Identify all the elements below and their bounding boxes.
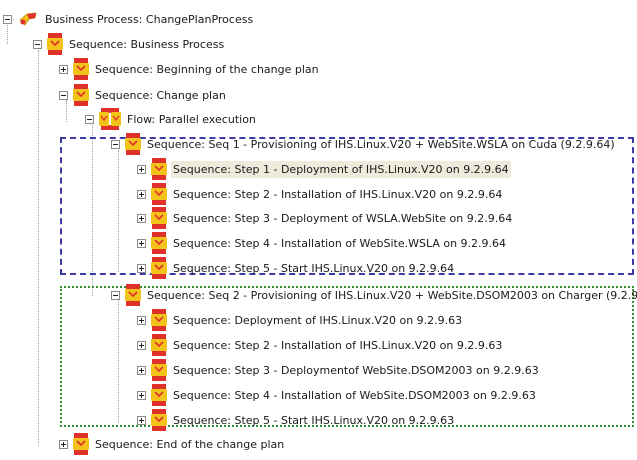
- expand-toggle[interactable]: [137, 164, 146, 174]
- collapse-toggle[interactable]: [33, 39, 42, 49]
- sequence-icon: [73, 84, 89, 106]
- tree-connector: [38, 50, 39, 446]
- node-label: Sequence: Deployment of IHS.Linux.V20 on…: [173, 313, 463, 327]
- expand-toggle[interactable]: [137, 213, 146, 223]
- sequence-icon: [151, 207, 167, 229]
- node-label: Sequence: Step 3 - Deploymentof WebSite.…: [173, 363, 539, 377]
- tree-node-seq1[interactable]: Sequence: Seq 1 - Provisioning of IHS.Li…: [111, 133, 617, 155]
- collapse-toggle[interactable]: [111, 290, 120, 300]
- tree-node-seq2-step2[interactable]: Sequence: Step 2 - Installation of IHS.L…: [137, 334, 504, 356]
- tree-node-seq1-step1[interactable]: Sequence: Step 1 - Deployment of IHS.Lin…: [137, 158, 511, 180]
- node-label: Sequence: End of the change plan: [95, 437, 285, 451]
- sequence-icon: [151, 232, 167, 254]
- tree-node-seq2-step4[interactable]: Sequence: Step 4 - Installation of WebSi…: [137, 384, 538, 406]
- node-label: Sequence: Change plan: [95, 88, 226, 102]
- node-label: Flow: Parallel execution: [127, 112, 256, 126]
- expand-toggle[interactable]: [137, 263, 146, 273]
- tree-node-seq2-step5[interactable]: Sequence: Step 5 - Start IHS.Linux.V20 o…: [137, 409, 456, 431]
- collapse-toggle[interactable]: [59, 90, 68, 100]
- sequence-icon: [125, 284, 141, 306]
- sequence-icon: [151, 409, 167, 431]
- tree-node-end[interactable]: Sequence: End of the change plan: [59, 433, 286, 455]
- expand-toggle[interactable]: [137, 390, 146, 400]
- expand-toggle[interactable]: [137, 340, 146, 350]
- process-icon: [19, 12, 37, 26]
- tree-node-sequence-business-process[interactable]: Sequence: Business Process: [33, 33, 226, 55]
- expand-toggle[interactable]: [137, 415, 146, 425]
- tree-node-seq2-deployment[interactable]: Sequence: Deployment of IHS.Linux.V20 on…: [137, 309, 464, 331]
- node-label: Business Process: ChangePlanProcess: [45, 12, 254, 26]
- tree-node-business-process[interactable]: Business Process: ChangePlanProcess: [3, 8, 255, 30]
- sequence-icon: [151, 183, 167, 205]
- tree-node-seq2-step3[interactable]: Sequence: Step 3 - Deploymentof WebSite.…: [137, 359, 541, 381]
- sequence-icon: [151, 384, 167, 406]
- node-label: Sequence: Step 4 - Installation of WebSi…: [173, 388, 536, 402]
- expand-toggle[interactable]: [59, 439, 68, 449]
- sequence-icon: [73, 433, 89, 455]
- node-label: Sequence: Beginning of the change plan: [95, 62, 319, 76]
- node-label: Sequence: Step 1 - Deployment of IHS.Lin…: [171, 160, 511, 178]
- collapse-toggle[interactable]: [3, 14, 12, 24]
- expand-toggle[interactable]: [137, 365, 146, 375]
- sequence-icon: [47, 33, 63, 55]
- node-label: Sequence: Step 2 - Installation of IHS.L…: [173, 338, 503, 352]
- expand-toggle[interactable]: [137, 189, 146, 199]
- expand-toggle[interactable]: [137, 238, 146, 248]
- sequence-icon: [125, 133, 141, 155]
- node-label: Sequence: Seq 1 - Provisioning of IHS.Li…: [147, 137, 615, 151]
- process-tree: Business Process: ChangePlanProcess Sequ…: [0, 0, 637, 460]
- tree-node-seq1-step2[interactable]: Sequence: Step 2 - Installation of IHS.L…: [137, 183, 504, 205]
- sequence-icon: [151, 359, 167, 381]
- sequence-icon: [151, 309, 167, 331]
- expand-toggle[interactable]: [59, 64, 68, 74]
- node-label: Sequence: Step 3 - Deployment of WSLA.We…: [173, 211, 513, 225]
- tree-node-seq1-step5[interactable]: Sequence: Step 5 - Start IHS.Linux.V20 o…: [137, 257, 456, 279]
- tree-node-seq2[interactable]: Sequence: Seq 2 - Provisioning of IHS.Li…: [111, 284, 637, 306]
- collapse-toggle[interactable]: [111, 139, 120, 149]
- node-label: Sequence: Step 2 - Installation of IHS.L…: [173, 187, 503, 201]
- node-label: Sequence: Business Process: [69, 37, 225, 51]
- node-label: Sequence: Step 4 - Installation of WebSi…: [173, 236, 507, 250]
- node-label: Sequence: Seq 2 - Provisioning of IHS.Li…: [147, 288, 637, 302]
- tree-node-seq1-step4[interactable]: Sequence: Step 4 - Installation of WebSi…: [137, 232, 508, 254]
- sequence-icon: [151, 334, 167, 356]
- sequence-icon: [73, 58, 89, 80]
- tree-node-seq1-step3[interactable]: Sequence: Step 3 - Deployment of WSLA.We…: [137, 207, 514, 229]
- node-label: Sequence: Step 5 - Start IHS.Linux.V20 o…: [173, 261, 455, 275]
- collapse-toggle[interactable]: [85, 114, 94, 124]
- expand-toggle[interactable]: [137, 315, 146, 325]
- tree-node-flow[interactable]: Flow: Parallel execution: [85, 108, 258, 130]
- node-label: Sequence: Step 5 - Start IHS.Linux.V20 o…: [173, 413, 455, 427]
- flow-icon: [99, 108, 121, 130]
- tree-node-change-plan[interactable]: Sequence: Change plan: [59, 84, 228, 106]
- sequence-icon: [151, 158, 167, 180]
- sequence-icon: [151, 257, 167, 279]
- tree-node-beginning[interactable]: Sequence: Beginning of the change plan: [59, 58, 321, 80]
